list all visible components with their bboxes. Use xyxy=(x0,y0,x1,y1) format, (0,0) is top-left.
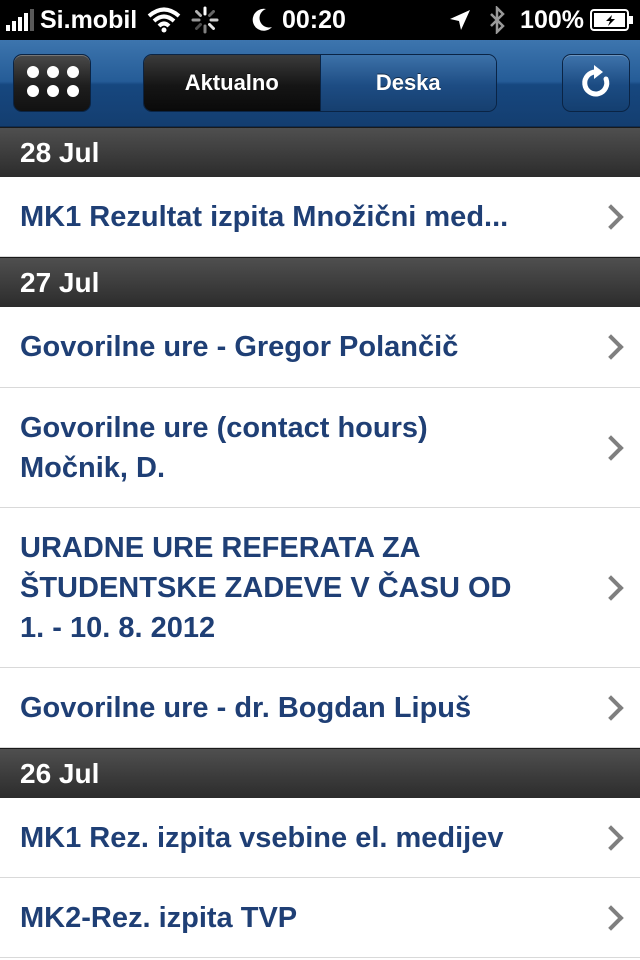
wifi-icon xyxy=(147,7,181,33)
chevron-right-icon xyxy=(598,694,624,721)
list-item[interactable]: MK2-Rez. izpita TVP xyxy=(0,878,640,958)
bluetooth-icon xyxy=(490,6,505,34)
item-title: MK1 Rezultat izpita Množični med... xyxy=(20,200,509,233)
battery-icon xyxy=(590,9,633,31)
list-item[interactable]: URADNE URE REFERATA ZA ŠTUDENTSKE ZADEVE… xyxy=(0,508,640,668)
menu-button[interactable] xyxy=(13,54,91,112)
item-title: MK1 Rez. izpita vsebine el. medijev xyxy=(20,821,504,854)
moon-icon xyxy=(252,8,272,31)
list-item[interactable]: Govorilne ure (contact hours) Močnik, D. xyxy=(0,388,640,508)
section-header: 27 Jul xyxy=(0,257,640,307)
list-item[interactable]: Govorilne ure - dr. Bogdan Lipuš xyxy=(0,668,640,748)
item-title: Govorilne ure - Gregor Polančič xyxy=(20,331,459,363)
list-item[interactable]: Govorilne ure - Gregor Polančič xyxy=(0,307,640,388)
chevron-right-icon xyxy=(598,334,624,360)
battery-label: 100% xyxy=(520,5,584,34)
chevron-right-icon xyxy=(598,203,624,230)
clock: 00:20 xyxy=(282,5,346,34)
section-header: 28 Jul xyxy=(0,127,640,177)
section-header: 26 Jul xyxy=(0,748,640,798)
item-title: Govorilne ure (contact hours) Močnik, D. xyxy=(20,411,428,484)
item-title: MK2-Rez. izpita TVP xyxy=(20,901,298,934)
location-icon xyxy=(450,10,471,30)
chevron-right-icon xyxy=(598,904,624,931)
chevron-right-icon xyxy=(598,824,624,851)
segment-deska[interactable]: Deska xyxy=(319,55,496,111)
chevron-right-icon xyxy=(598,434,624,461)
refresh-icon xyxy=(582,65,610,97)
activity-spinner-icon xyxy=(191,6,219,34)
grid-menu-icon xyxy=(27,66,79,97)
status-right: 100% xyxy=(448,0,634,40)
news-list: 28 Jul MK1 Rezultat izpita Množični med.… xyxy=(0,127,640,958)
segmented-control: Aktualno Deska xyxy=(143,54,497,112)
list-item[interactable]: MK1 Rez. izpita vsebine el. medijev xyxy=(0,798,640,878)
segment-aktualno[interactable]: Aktualno xyxy=(144,55,320,111)
status-center: 00:20 xyxy=(250,0,346,40)
refresh-button[interactable] xyxy=(562,54,630,112)
status-left: Si.mobil xyxy=(6,0,219,40)
chevron-right-icon xyxy=(598,574,624,601)
carrier-label: Si.mobil xyxy=(40,5,138,34)
signal-icon xyxy=(6,9,34,31)
item-title: URADNE URE REFERATA ZA ŠTUDENTSKE ZADEVE… xyxy=(20,531,512,644)
list-item[interactable]: MK1 Rezultat izpita Množični med... xyxy=(0,177,640,257)
nav-bar: Aktualno Deska xyxy=(0,40,640,127)
item-title: Govorilne ure - dr. Bogdan Lipuš xyxy=(20,691,472,724)
status-bar: Si.mobil 00:20 100% xyxy=(0,0,640,40)
